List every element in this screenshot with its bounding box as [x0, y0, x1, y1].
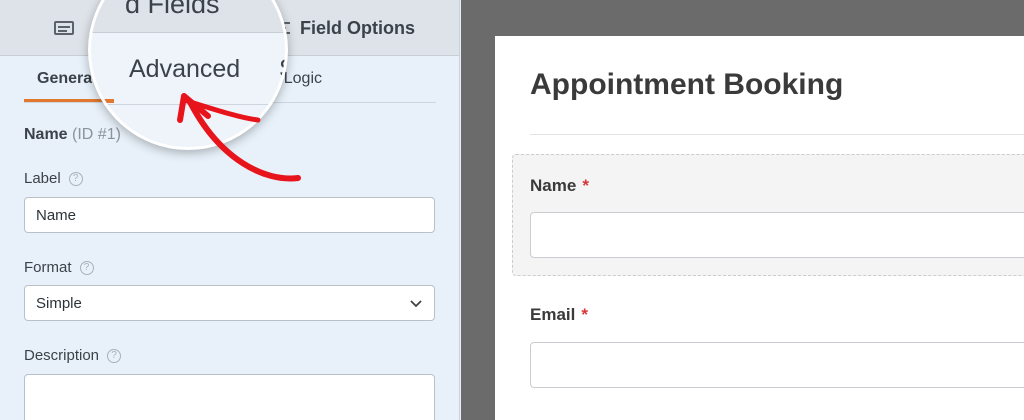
field-heading: Name (ID #1)	[24, 126, 121, 144]
tab-field-options[interactable]: Field Options	[274, 16, 415, 40]
description-option-text: Description	[24, 347, 100, 364]
email-field-input[interactable]	[530, 342, 1024, 388]
magnified-top-tabs: d Fields	[91, 0, 285, 33]
label-input[interactable]: Name	[24, 197, 435, 233]
name-field-label-text: Name	[530, 176, 577, 195]
magnified-active-indicator	[91, 99, 114, 103]
label-option-label: Label ?	[24, 170, 83, 187]
field-id: (ID #1)	[72, 126, 121, 143]
email-field-label-text: Email	[530, 305, 576, 324]
form-preview-card: Appointment Booking Name * Email *	[495, 36, 1024, 420]
subtab-smart-logic-label: Smart Logic	[282, 70, 322, 87]
help-icon[interactable]: ?	[79, 260, 94, 275]
name-field-label: Name *	[530, 176, 589, 196]
format-option-text: Format	[24, 259, 72, 276]
title-divider	[530, 134, 1024, 135]
subtab-general[interactable]: General	[37, 70, 92, 88]
subtab-smart-logic[interactable]: Smart Logic	[282, 70, 322, 88]
label-option-text: Label	[24, 170, 61, 187]
name-field-input[interactable]	[530, 212, 1024, 258]
label-input-value: Name	[36, 206, 77, 224]
magnified-fields-label: d Fields	[125, 0, 220, 19]
required-marker: *	[581, 305, 588, 324]
format-select[interactable]: Simple	[24, 285, 435, 321]
tab-add-fields[interactable]	[54, 16, 74, 40]
chevron-down-icon	[410, 300, 422, 308]
help-icon[interactable]: ?	[68, 171, 83, 186]
help-icon[interactable]: ?	[107, 348, 122, 363]
field-name: Name	[24, 126, 68, 143]
subtab-advanced[interactable]: Advanced	[129, 55, 240, 84]
format-select-value: Simple	[36, 294, 82, 312]
required-marker: *	[582, 176, 589, 195]
description-option-label: Description ?	[24, 347, 122, 364]
annotation-arrow-icon	[177, 93, 301, 182]
field-settings-panel: Field Options General Smart Logic Name (…	[0, 0, 460, 420]
form-title: Appointment Booking	[530, 68, 844, 101]
format-option-label: Format ?	[24, 259, 94, 276]
fields-list-icon	[54, 21, 74, 35]
description-textarea[interactable]	[24, 374, 435, 420]
email-field-label: Email *	[530, 305, 588, 325]
tab-field-options-label: Field Options	[300, 17, 415, 38]
